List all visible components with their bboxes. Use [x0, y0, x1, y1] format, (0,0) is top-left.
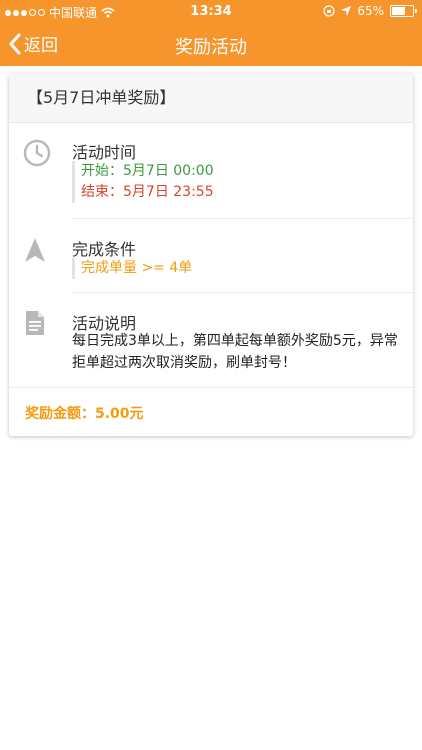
top-bar: 中国联通 13:34 65% 返回 奖励活动 [0, 0, 422, 66]
time-section: 活动时间 开始：5月7日 00:00 结束：5月7日 23:55 [9, 122, 413, 219]
nav-bar: 返回 奖励活动 [0, 22, 422, 66]
battery-percent: 65% [357, 4, 384, 18]
reward-amount: 奖励金额：5.00元 [25, 406, 144, 422]
description-text: 每日完成3单以上，第四单起每单额外奖励5元，异常拒单超过两次取消奖励，刷单封号！ [72, 333, 398, 371]
condition-section: 完成条件 完成单量 >= 4单 [9, 219, 413, 293]
location-arrow-icon [341, 6, 352, 16]
document-icon [26, 311, 44, 335]
end-time: 结束：5月7日 23:55 [81, 184, 214, 200]
start-time: 开始：5月7日 00:00 [81, 163, 214, 179]
reward-footer: 奖励金额：5.00元 [9, 387, 413, 436]
condition-section-label: 完成条件 [72, 240, 137, 259]
clock-icon [23, 139, 51, 167]
card-title: 【5月7日冲单奖励】 [9, 74, 413, 123]
navigation-arrow-icon [25, 238, 45, 262]
lock-rotation-icon [323, 5, 335, 17]
condition-value: 完成单量 >= 4单 [81, 260, 193, 276]
time-range: 开始：5月7日 00:00 结束：5月7日 23:55 [72, 161, 214, 203]
status-bar: 中国联通 13:34 65% [0, 0, 422, 22]
condition-block: 完成单量 >= 4单 [72, 258, 192, 279]
status-right: 65% [323, 4, 417, 18]
battery-icon [390, 5, 417, 17]
time-section-label: 活动时间 [72, 143, 137, 162]
activity-card: 【5月7日冲单奖励】 活动时间 开始：5月7日 00:00 结束：5月7日 23… [9, 74, 413, 436]
description-section: 活动说明 每日完成3单以上，第四单起每单额外奖励5元，异常拒单超过两次取消奖励，… [9, 293, 413, 387]
page-title: 奖励活动 [175, 37, 247, 58]
